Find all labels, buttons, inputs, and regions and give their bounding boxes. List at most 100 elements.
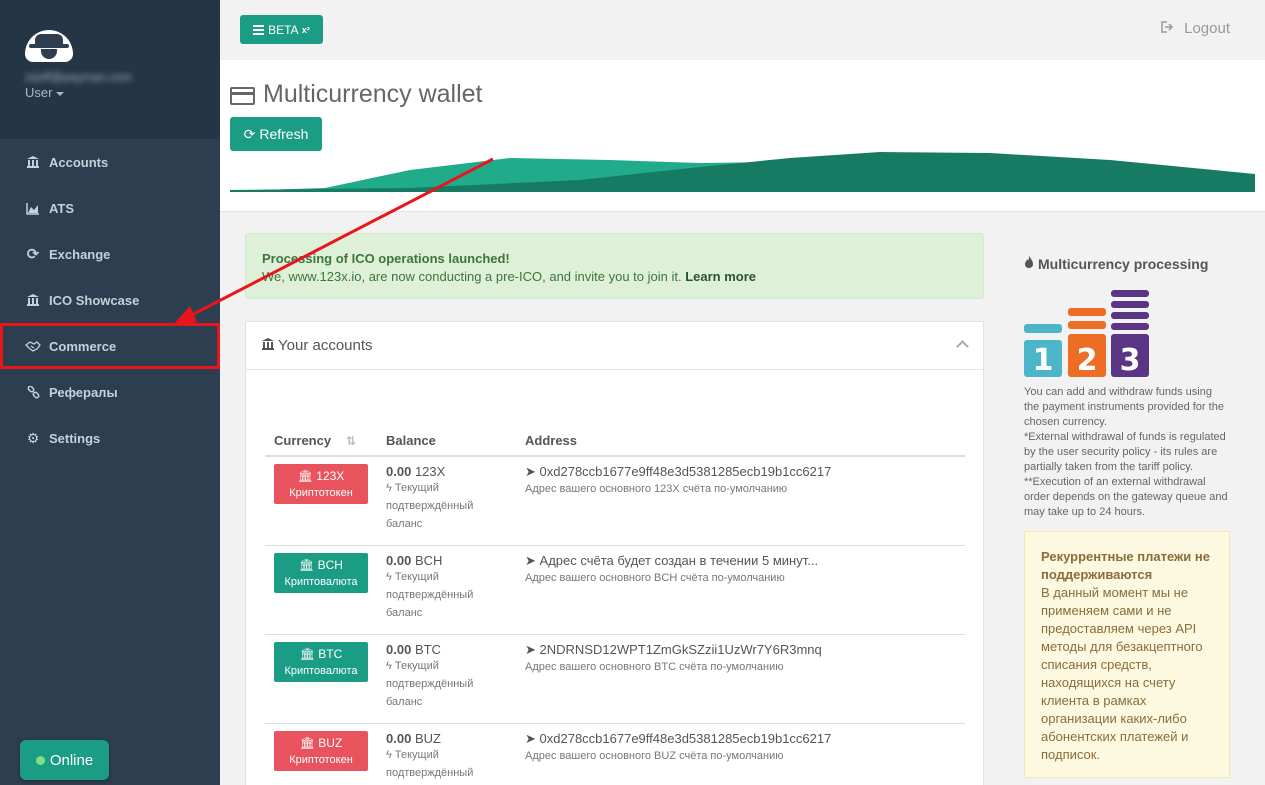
beta-menu-button[interactable]: BETA x²: [240, 15, 323, 44]
balance-note: ϟ Текущий подтверждённый баланс: [386, 482, 474, 530]
chevron-up-icon[interactable]: [956, 340, 969, 353]
balance-amount: 0.00: [386, 641, 412, 657]
balance-cell: 0.00 BUZ ϟ Текущий подтверждённый: [377, 723, 516, 785]
warning-text: В данный момент мы не применяем сами и н…: [1041, 585, 1203, 762]
sidebar-item-ico-showcase[interactable]: ICO Showcase: [0, 277, 220, 323]
balance-unit: BCH: [414, 552, 443, 568]
paper-plane-icon: ➤: [525, 641, 536, 657]
refresh-icon: ⟳: [243, 125, 256, 142]
table-row: 🏛 BCH Криптовалюта 0.00 BCH ϟ Текущий по…: [265, 545, 965, 635]
online-dot-icon: [35, 755, 45, 765]
sidebar-item-label: Commerce: [49, 338, 117, 354]
address-note: Адрес вашего основного BTC счёта по-умол…: [525, 660, 784, 673]
processing-title: Multicurrency processing: [1024, 255, 1230, 272]
sidebar-item-referrals[interactable]: Рефералы: [0, 369, 220, 415]
balance-area-graph: [230, 152, 1255, 192]
currency-badge[interactable]: 🏛 BTC Криптовалюта: [274, 641, 368, 682]
sidebar-item-accounts[interactable]: Accounts: [0, 139, 220, 185]
address-note: Адрес вашего основного BUZ счёта по-умол…: [525, 749, 784, 762]
hamburger-icon: [253, 23, 265, 37]
balance-note: ϟ Текущий подтверждённый: [386, 748, 474, 779]
processing-description: You can add and withdraw funds using the…: [1024, 386, 1228, 518]
paper-plane-icon: ➤: [525, 464, 536, 479]
handshake-icon: [25, 340, 41, 352]
svg-text:1: 1: [1033, 343, 1054, 378]
logo-123-icon: 1 2 3: [1024, 290, 1149, 378]
gears-icon: ⚙: [26, 429, 40, 446]
address-cell: ➤ Адрес счёта будет создан в течении 5 м…: [516, 545, 965, 635]
fire-icon: [1024, 255, 1034, 272]
balance-note: ϟ Текущий подтверждённый баланс: [386, 659, 474, 708]
refresh-button[interactable]: ⟳ Refresh: [230, 117, 322, 151]
balance-unit: BTC: [414, 641, 441, 657]
sidebar-item-commerce[interactable]: Commerce: [0, 323, 220, 369]
svg-text:2: 2: [1077, 343, 1098, 378]
sidebar-item-label: Рефералы: [49, 384, 118, 400]
sort-icon[interactable]: ⇅: [346, 434, 356, 448]
area-chart-icon: [25, 201, 41, 215]
table-row: 🏛 BUZ Криптотокен 0.00 BUZ ϟ Текущий под…: [265, 723, 965, 785]
recurring-payments-warning: Рекуррентные платежи не поддерживаются В…: [1024, 531, 1230, 778]
beta-sup: x²: [301, 24, 310, 35]
currency-badge[interactable]: 🏛 BUZ Криптотокен: [274, 730, 368, 771]
account-address[interactable]: ➤ 0xd278ccb1677e9ff48e3d5381285ecb19b1cc…: [525, 731, 956, 747]
column-header-currency[interactable]: Currency ⇅: [265, 425, 377, 457]
sidebar-item-label: Exchange: [49, 246, 111, 262]
paper-plane-icon: ➤: [525, 552, 536, 568]
paper-plane-icon: ➤: [525, 730, 536, 746]
currency-cell: 🏛 BCH Криптовалюта: [265, 545, 377, 635]
column-header-address[interactable]: Address: [516, 425, 965, 457]
balance-amount: 0.00: [386, 552, 412, 568]
sidebar-nav: Accounts ATS ⟳ Exchange ICO Showcase Com…: [0, 139, 220, 461]
accounts-panel-heading[interactable]: Your accounts: [246, 322, 983, 370]
bank-icon: [260, 337, 276, 355]
panel-title: Your accounts: [278, 337, 373, 354]
sidebar-item-settings[interactable]: ⚙ Settings: [0, 415, 220, 461]
sidebar-item-ats[interactable]: ATS: [0, 185, 220, 231]
balance-amount: 0.00: [386, 730, 412, 746]
table-row: 🏛 BTC Криптовалюта 0.00 BTC ϟ Текущий по…: [265, 634, 965, 724]
caret-down-icon: [56, 91, 65, 96]
sidebar-item-exchange[interactable]: ⟳ Exchange: [0, 231, 220, 277]
address-cell: ➤ 2NDRNSD12WPT1ZmGkSZzii1UzWr7Y6R3mnq Ад…: [516, 634, 965, 724]
logout-link[interactable]: Logout: [1161, 20, 1230, 37]
user-role-dropdown[interactable]: User: [25, 85, 220, 100]
account-address[interactable]: ➤ 0xd278ccb1677e9ff48e3d5381285ecb19b1cc…: [525, 464, 956, 480]
bolt-icon: ϟ: [386, 748, 392, 761]
balance-unit: 123X: [414, 464, 446, 479]
warning-title: Рекуррентные платежи не поддерживаются: [1041, 549, 1210, 582]
sidebar-item-label: ICO Showcase: [49, 292, 140, 308]
currency-badge[interactable]: 🏛 BCH Криптовалюта: [274, 552, 368, 593]
currency-cell: 🏛 BTC Криптовалюта: [265, 634, 377, 724]
avatar[interactable]: [25, 30, 73, 62]
address-note: Адрес вашего основного BCH счёта по-умол…: [525, 571, 785, 584]
bank-icon: 🏛: [299, 646, 315, 661]
bank-icon: [25, 155, 41, 169]
svg-text:3: 3: [1120, 343, 1141, 378]
sign-out-icon: [1161, 21, 1174, 36]
page-title: Multicurrency wallet: [263, 80, 483, 108]
column-header-balance[interactable]: Balance: [377, 425, 516, 457]
bolt-icon: ϟ: [386, 570, 392, 583]
account-address[interactable]: ➤ 2NDRNSD12WPT1ZmGkSZzii1UzWr7Y6R3mnq: [525, 642, 956, 658]
user-email: zrjoff@payman.com: [25, 70, 132, 84]
learn-more-link[interactable]: Learn more: [685, 269, 756, 284]
processing-info: Multicurrency processing 1 2 3 You can a…: [1024, 255, 1230, 520]
bolt-icon: ϟ: [386, 659, 392, 672]
sidebar-item-label: ATS: [49, 200, 75, 216]
bank-icon: 🏛: [297, 469, 313, 483]
account-address[interactable]: ➤ Адрес счёта будет создан в течении 5 м…: [525, 553, 956, 569]
ico-alert: Processing of ICO operations launched! W…: [245, 233, 984, 299]
currency-badge[interactable]: 🏛 123X Криптотокен: [274, 464, 368, 504]
online-status-button[interactable]: Online: [20, 740, 109, 780]
balance-note: ϟ Текущий подтверждённый баланс: [386, 570, 474, 619]
user-panel: zrjoff@payman.com User: [0, 0, 220, 139]
page-header: Multicurrency wallet ⟳ Refresh: [220, 60, 1265, 212]
sidebar: zrjoff@payman.com User Accounts ATS ⟳ Ex…: [0, 0, 220, 785]
currency-cell: 🏛 123X Криптотокен: [265, 456, 377, 546]
bank-icon: [25, 293, 41, 307]
address-cell: ➤ 0xd278ccb1677e9ff48e3d5381285ecb19b1cc…: [516, 456, 965, 546]
balance-unit: BUZ: [414, 730, 441, 746]
balance-cell: 0.00 123X ϟ Текущий подтверждённый балан…: [377, 456, 516, 546]
address-note: Адрес вашего основного 123X счёта по-умо…: [525, 483, 788, 495]
